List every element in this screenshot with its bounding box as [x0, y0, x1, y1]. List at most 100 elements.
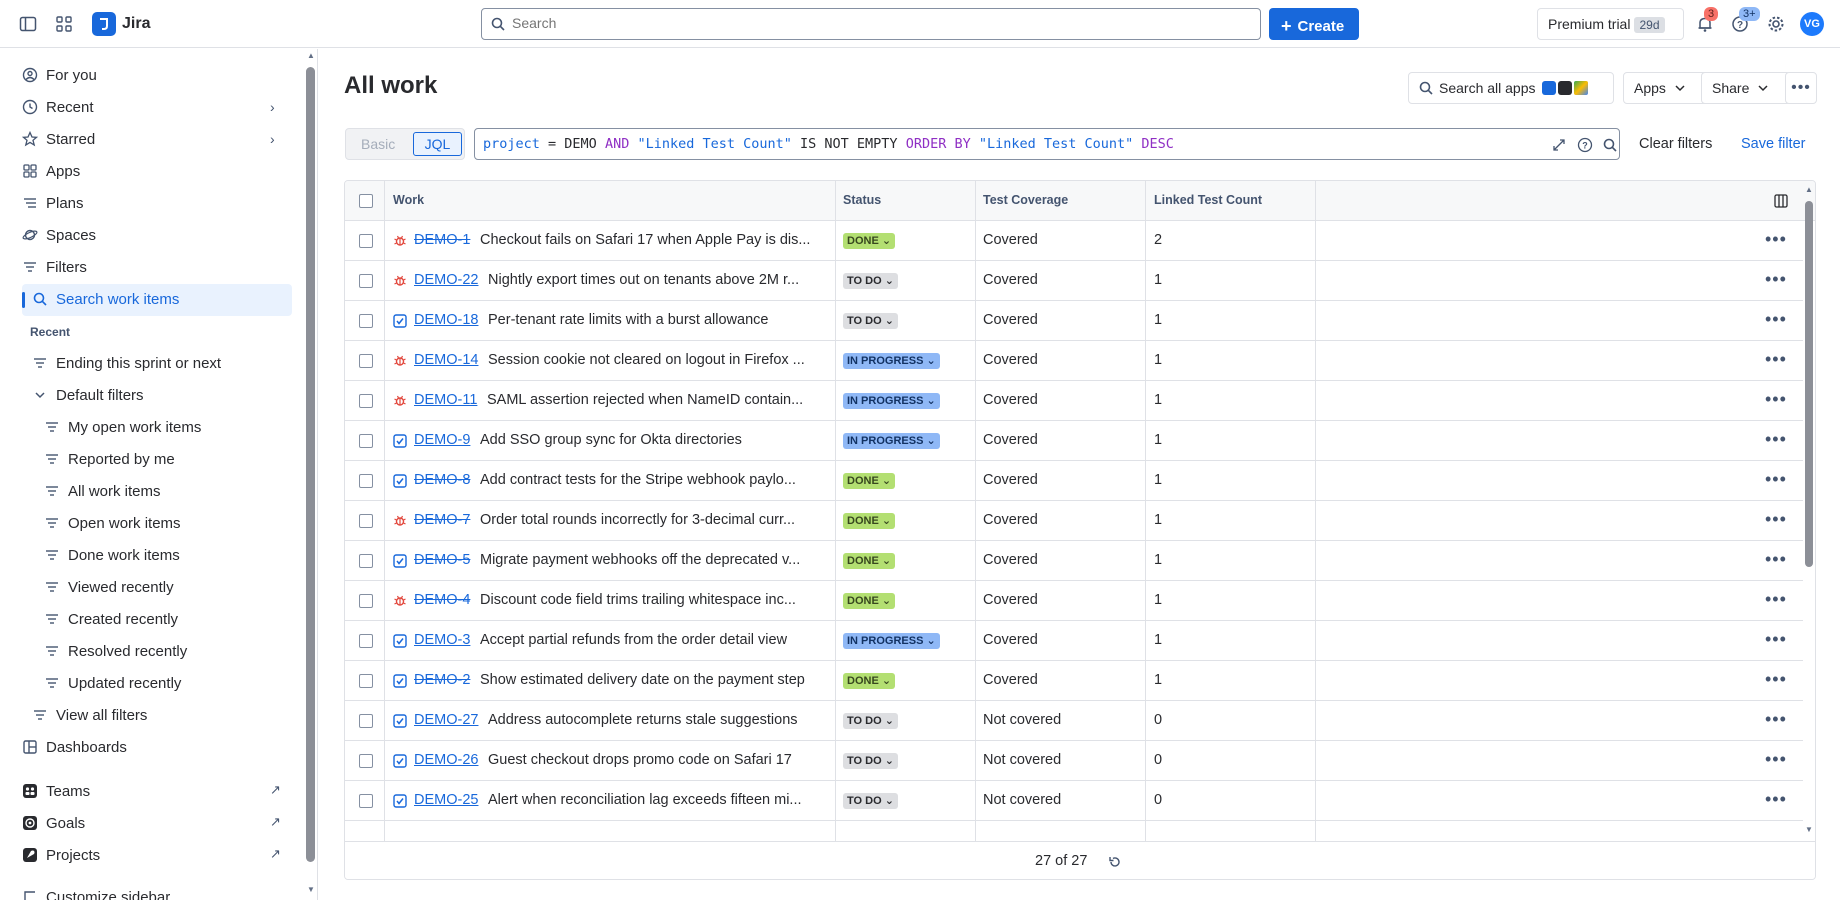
table-row[interactable]: DEMO-26 Guest checkout drops promo code o… [345, 741, 1803, 781]
row-checkbox[interactable] [359, 754, 373, 768]
sidebar-item-ending-sprint[interactable]: Ending this sprint or next [32, 349, 221, 377]
sidebar-item-goals[interactable]: Goals [22, 809, 85, 837]
sidebar-item-filters[interactable]: Filters [22, 253, 87, 281]
sidebar-item-apps[interactable]: Apps [22, 157, 80, 185]
app-switcher-icon[interactable] [54, 14, 74, 34]
table-row[interactable]: DEMO-27 Address autocomplete returns stal… [345, 701, 1803, 741]
sidebar-item-projects[interactable]: Projects [22, 841, 100, 869]
row-more-actions-icon[interactable]: ••• [1765, 229, 1787, 250]
status-lozenge[interactable]: TO DO ⌄ [843, 753, 898, 769]
table-row[interactable]: DEMO-2 Show estimated delivery date on th… [345, 661, 1803, 701]
sidebar-item-spaces[interactable]: Spaces [22, 221, 96, 249]
apps-dropdown-button[interactable]: Apps [1623, 72, 1712, 104]
scroll-up-arrow-icon[interactable]: ▲ [307, 51, 315, 60]
toggle-jql[interactable]: JQL [413, 132, 462, 156]
chevron-right-icon[interactable]: › [270, 131, 275, 147]
row-checkbox[interactable] [359, 394, 373, 408]
table-row[interactable]: DEMO-14 Session cookie not cleared on log… [345, 341, 1803, 381]
row-checkbox[interactable] [359, 314, 373, 328]
sidebar-item-default-filter[interactable]: Done work items [44, 541, 180, 569]
row-checkbox[interactable] [359, 554, 373, 568]
work-item-summary[interactable]: SAML assertion rejected when NameID cont… [487, 392, 803, 408]
work-item-summary[interactable]: Alert when reconciliation lag exceeds fi… [488, 792, 802, 808]
row-checkbox[interactable] [359, 714, 373, 728]
sidebar-item-dashboards[interactable]: Dashboards [22, 733, 127, 761]
work-item-key[interactable]: DEMO-1 [414, 232, 470, 248]
sidebar-item-default-filter[interactable]: Viewed recently [44, 573, 174, 601]
chevron-right-icon[interactable]: › [270, 99, 275, 115]
status-lozenge[interactable]: IN PROGRESS ⌄ [843, 433, 940, 449]
column-header-work[interactable]: Work [393, 193, 424, 207]
table-row[interactable]: DEMO-18 Per-tenant rate limits with a bur… [345, 301, 1803, 341]
table-row[interactable]: DEMO-7 Order total rounds incorrectly for… [345, 501, 1803, 541]
sidebar-item-plans[interactable]: Plans [22, 189, 84, 217]
row-more-actions-icon[interactable]: ••• [1765, 389, 1787, 410]
table-row[interactable]: DEMO-4 Discount code field trims trailing… [345, 581, 1803, 621]
settings-gear-icon[interactable] [1766, 14, 1786, 34]
status-lozenge[interactable]: DONE ⌄ [843, 513, 896, 529]
table-row[interactable]: DEMO-25 Alert when reconciliation lag exc… [345, 781, 1803, 821]
column-picker-icon[interactable] [1774, 194, 1788, 208]
status-lozenge[interactable]: TO DO ⌄ [843, 313, 898, 329]
sidebar-item-default-filter[interactable]: Open work items [44, 509, 181, 537]
scroll-down-arrow-icon[interactable]: ▼ [307, 885, 315, 894]
scroll-up-arrow-icon[interactable]: ▲ [1805, 185, 1813, 194]
work-item-key[interactable]: DEMO-11 [414, 392, 477, 408]
sidebar-item-default-filter[interactable]: All work items [44, 477, 161, 505]
status-lozenge[interactable]: DONE ⌄ [843, 593, 896, 609]
status-lozenge[interactable]: DONE ⌄ [843, 553, 896, 569]
work-item-summary[interactable]: Add contract tests for the Stripe webhoo… [480, 472, 796, 488]
status-lozenge[interactable]: TO DO ⌄ [843, 713, 898, 729]
work-item-summary[interactable]: Guest checkout drops promo code on Safar… [488, 752, 792, 768]
status-lozenge[interactable]: DONE ⌄ [843, 233, 896, 249]
app-name[interactable]: Jira [122, 15, 150, 33]
help-icon[interactable]: ? [1577, 137, 1593, 153]
row-checkbox[interactable] [359, 634, 373, 648]
row-more-actions-icon[interactable]: ••• [1765, 549, 1787, 570]
work-item-summary[interactable]: Per-tenant rate limits with a burst allo… [488, 312, 768, 328]
more-actions-button[interactable]: ••• [1785, 72, 1817, 104]
table-row[interactable]: DEMO-1 Checkout fails on Safari 17 when A… [345, 221, 1803, 261]
status-lozenge[interactable]: TO DO ⌄ [843, 273, 898, 289]
sidebar-item-default-filter[interactable]: Reported by me [44, 445, 175, 473]
row-more-actions-icon[interactable]: ••• [1765, 629, 1787, 650]
work-item-summary[interactable]: Accept partial refunds from the order de… [480, 632, 787, 648]
row-checkbox[interactable] [359, 234, 373, 248]
search-bar[interactable] [481, 8, 1261, 40]
work-item-summary[interactable]: Discount code field trims trailing white… [480, 592, 796, 608]
status-lozenge[interactable]: IN PROGRESS ⌄ [843, 633, 940, 649]
work-item-summary[interactable]: Session cookie not cleared on logout in … [488, 352, 805, 368]
sidebar-item-default-filter[interactable]: Created recently [44, 605, 178, 633]
clear-filters-button[interactable]: Clear filters [1639, 136, 1712, 152]
row-more-actions-icon[interactable]: ••• [1765, 789, 1787, 810]
status-lozenge[interactable]: IN PROGRESS ⌄ [843, 353, 940, 369]
status-lozenge[interactable]: DONE ⌄ [843, 673, 896, 689]
work-item-key[interactable]: DEMO-27 [414, 712, 478, 728]
work-item-key[interactable]: DEMO-26 [414, 752, 478, 768]
row-checkbox[interactable] [359, 354, 373, 368]
premium-trial-button[interactable]: Premium trial 29d [1537, 8, 1684, 40]
sidebar-item-starred[interactable]: Starred [22, 125, 95, 153]
refresh-icon[interactable] [1108, 855, 1122, 869]
save-filter-button[interactable]: Save filter [1741, 136, 1805, 152]
row-more-actions-icon[interactable]: ••• [1765, 469, 1787, 490]
row-checkbox[interactable] [359, 674, 373, 688]
table-row[interactable]: DEMO-3 Accept partial refunds from the or… [345, 621, 1803, 661]
table-scrollbar-thumb[interactable] [1805, 201, 1813, 567]
work-item-key[interactable]: DEMO-5 [414, 552, 470, 568]
sidebar-scrollbar-thumb[interactable] [306, 67, 315, 862]
user-avatar[interactable]: VG [1800, 12, 1824, 36]
work-item-summary[interactable]: Show estimated delivery date on the paym… [480, 672, 805, 688]
search-all-apps-button[interactable]: Search all apps [1408, 72, 1614, 104]
work-item-key[interactable]: DEMO-2 [414, 672, 470, 688]
toggle-basic[interactable]: Basic [361, 136, 395, 152]
work-item-key[interactable]: DEMO-4 [414, 592, 470, 608]
search-icon[interactable] [1603, 138, 1617, 152]
row-more-actions-icon[interactable]: ••• [1765, 709, 1787, 730]
row-checkbox[interactable] [359, 594, 373, 608]
column-header-linked-test-count[interactable]: Linked Test Count [1154, 193, 1262, 207]
work-item-key[interactable]: DEMO-22 [414, 272, 478, 288]
expand-icon[interactable] [1552, 138, 1566, 152]
select-all-checkbox[interactable] [359, 194, 373, 208]
sidebar-item-search-work-items[interactable]: Search work items [32, 285, 179, 313]
